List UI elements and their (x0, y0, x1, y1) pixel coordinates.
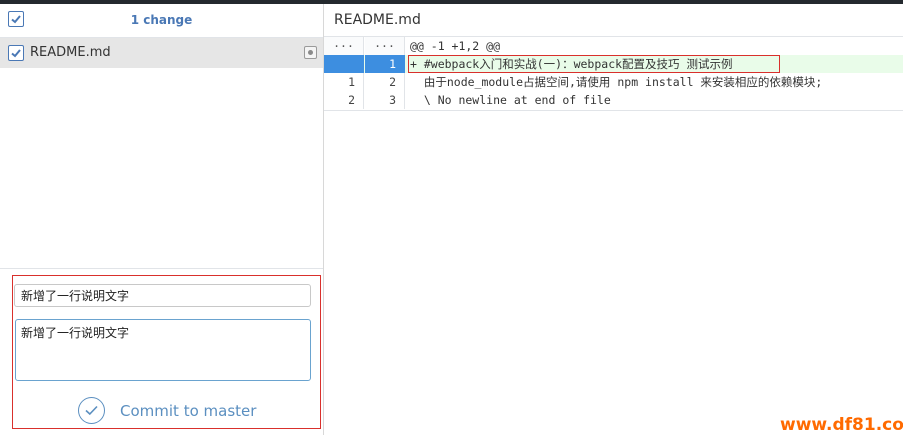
changes-header: 1 change (0, 4, 323, 38)
commit-button[interactable]: Commit to master (78, 397, 258, 429)
check-circle-icon (78, 397, 105, 424)
diff-lines: ··· ··· @@ -1 +1,2 @@ 1 + #webpack入门和实战(… (324, 37, 903, 109)
changes-sidebar: 1 change README.md 新增了一行说明文字 Commit to m… (0, 4, 324, 436)
line-text: @@ -1 +1,2 @@ (410, 39, 501, 53)
commit-panel: 新增了一行说明文字 Commit to master (0, 268, 323, 436)
changes-count: 1 change (130, 13, 193, 27)
checkmark-icon (11, 49, 21, 58)
commit-button-label: Commit to master (120, 402, 257, 420)
context-line: 1 2 由于node_module占据空间,请使用 npm install 来安… (324, 73, 903, 91)
file-list-item[interactable]: README.md (0, 38, 323, 68)
old-line-number[interactable]: 2 (324, 91, 364, 109)
commit-summary-input[interactable] (14, 284, 311, 307)
commit-description-input[interactable]: 新增了一行说明文字 (15, 319, 311, 381)
context-line: 2 3 \ No newline at end of file (324, 91, 903, 109)
line-text: + #webpack入门和实战(一)：webpack配置及技巧 测试示例 (410, 57, 733, 71)
line-text: 由于node_module占据空间,请使用 npm install 来安装相应的… (410, 75, 823, 89)
site-watermark: www.df81.com (780, 415, 903, 435)
new-line-number[interactable]: 2 (365, 73, 405, 91)
hunk-header-line: ··· ··· @@ -1 +1,2 @@ (324, 37, 903, 55)
diff-view: README.md ··· ··· @@ -1 +1,2 @@ 1 + #web… (324, 4, 903, 435)
line-text: \ No newline at end of file (410, 93, 611, 107)
old-line-number[interactable]: ··· (324, 37, 364, 55)
file-name: README.md (30, 45, 111, 60)
old-line-number[interactable] (324, 55, 364, 73)
diff-divider (324, 110, 903, 111)
old-line-number[interactable]: 1 (324, 73, 364, 91)
new-line-number[interactable]: 3 (365, 91, 405, 109)
diff-file-title: README.md (334, 12, 421, 28)
new-line-number[interactable]: 1 (365, 55, 405, 73)
diff-header: README.md (324, 4, 903, 37)
added-line: 1 + #webpack入门和实战(一)：webpack配置及技巧 测试示例 (324, 55, 903, 73)
file-checkbox[interactable] (8, 45, 24, 61)
modified-icon (304, 46, 317, 59)
new-line-number[interactable]: ··· (365, 37, 405, 55)
